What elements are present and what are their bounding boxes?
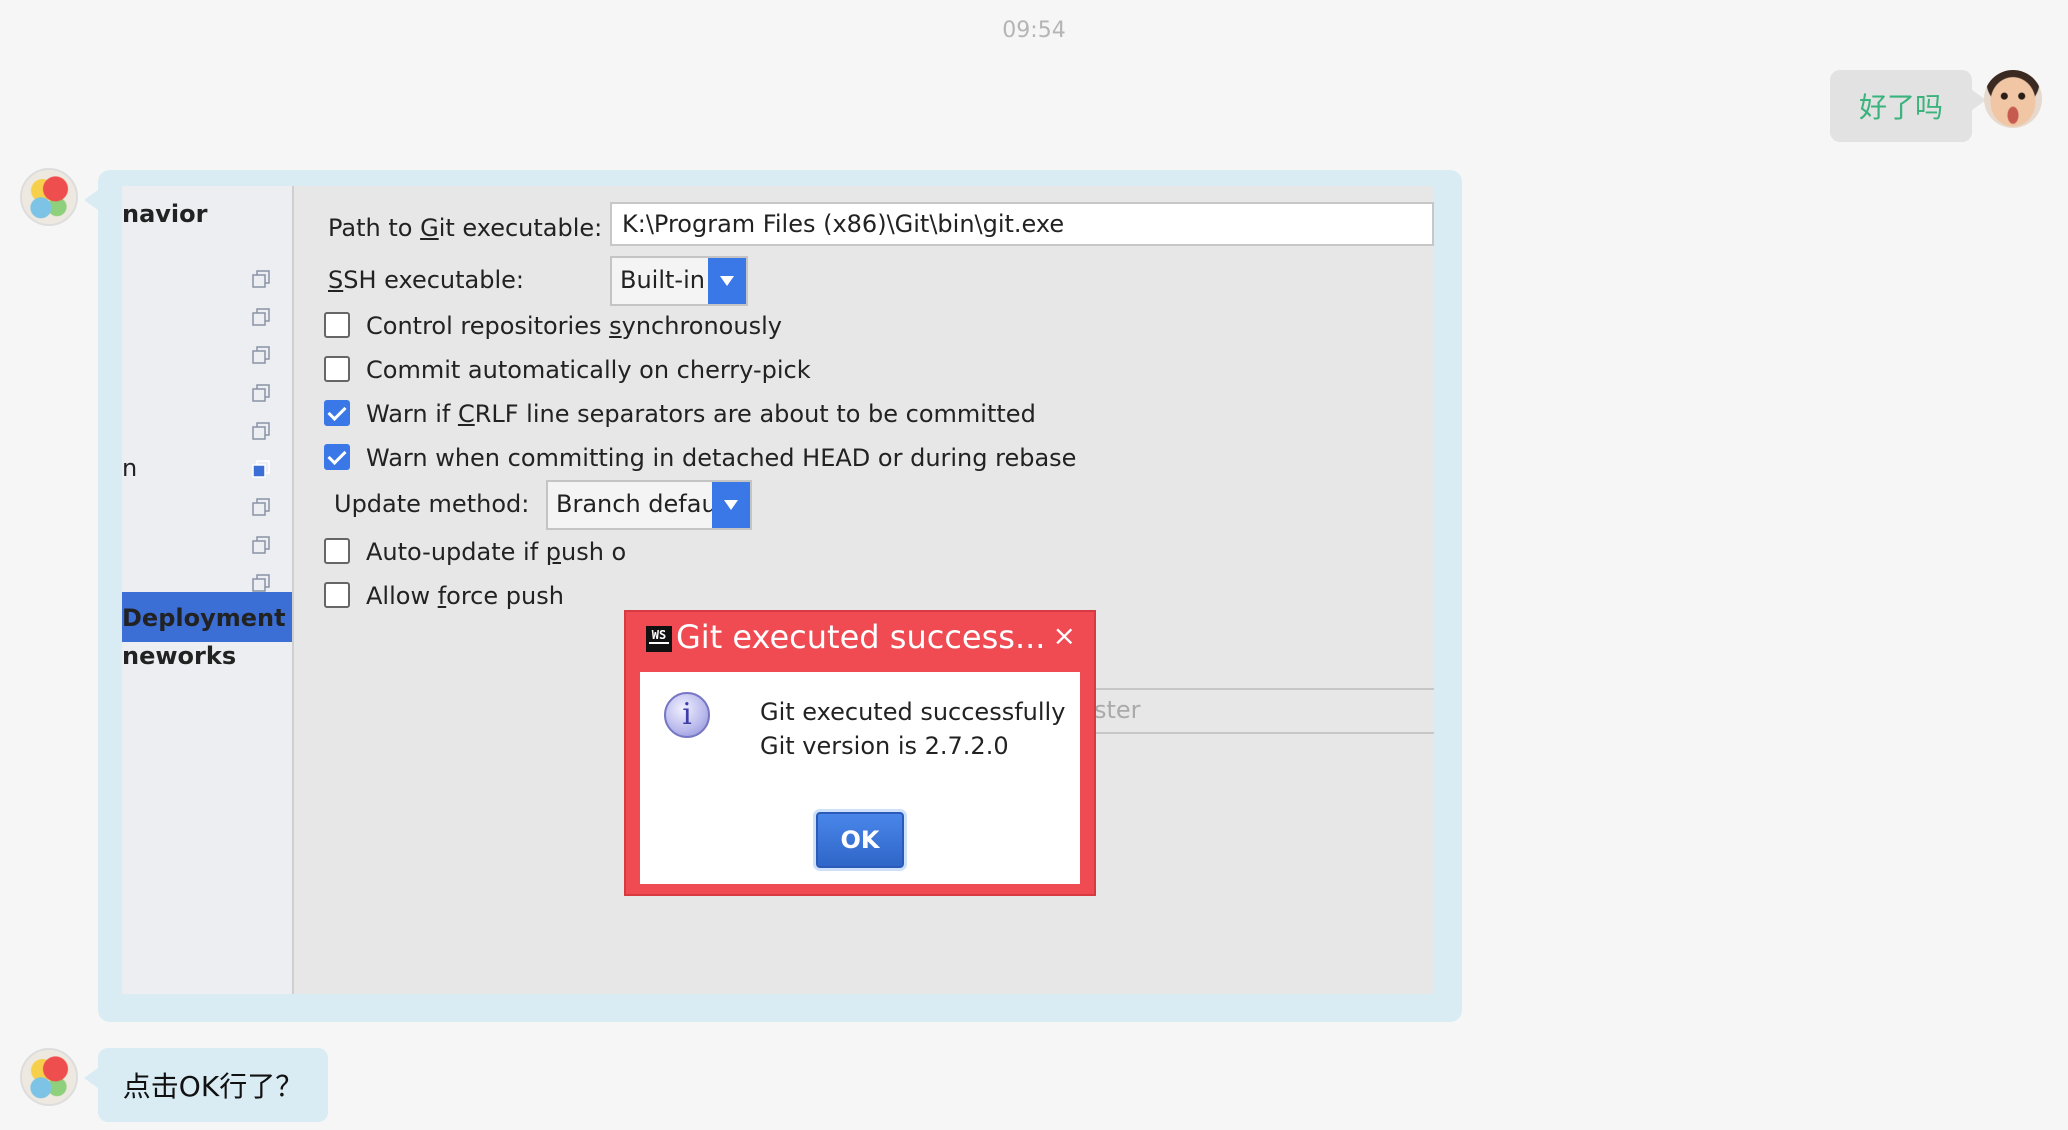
ssh-executable-value: Built-in bbox=[620, 266, 705, 294]
dropdown-arrow-icon[interactable] bbox=[708, 258, 746, 304]
sidebar-item-frameworks[interactable]: neworks bbox=[122, 642, 236, 670]
dialog-body: i Git executed successfully Git version … bbox=[640, 672, 1080, 884]
copy-icon bbox=[252, 384, 270, 402]
update-method-select[interactable]: Branch default bbox=[546, 480, 752, 530]
checkbox-warn-detached-head-label[interactable]: Warn when committing in detached HEAD or… bbox=[366, 444, 1076, 472]
contact-avatar[interactable] bbox=[20, 1048, 78, 1106]
info-icon: i bbox=[664, 692, 710, 738]
checkbox-auto-update[interactable] bbox=[324, 538, 350, 564]
checkbox-commit-cherry-pick-label[interactable]: Commit automatically on cherry-pick bbox=[366, 356, 811, 384]
checkbox-warn-detached-head[interactable] bbox=[324, 444, 350, 470]
copy-icon bbox=[252, 422, 270, 440]
checkbox-control-sync[interactable] bbox=[324, 312, 350, 338]
checkbox-warn-crlf[interactable] bbox=[324, 400, 350, 426]
copy-icon bbox=[252, 536, 270, 554]
copy-icon bbox=[252, 460, 270, 478]
copy-icon bbox=[252, 270, 270, 288]
copy-icon bbox=[252, 346, 270, 364]
contact-message-text: 点击OK行了？ bbox=[122, 1070, 304, 1103]
user-message-text: 好了吗 bbox=[1858, 91, 1943, 124]
checkbox-commit-cherry-pick[interactable] bbox=[324, 356, 350, 382]
update-method-value: Branch default bbox=[556, 490, 733, 518]
user-message-bubble: 好了吗 bbox=[1830, 70, 1986, 142]
close-icon[interactable]: × bbox=[1053, 616, 1076, 656]
checkbox-control-sync-label[interactable]: Control repositories synchronously bbox=[366, 312, 782, 340]
copy-icon bbox=[252, 498, 270, 516]
sidebar-item-partial[interactable]: n bbox=[122, 454, 137, 482]
protected-branches-hint: ster bbox=[1094, 696, 1141, 724]
copy-icon bbox=[252, 574, 270, 592]
webstorm-icon: WS bbox=[646, 626, 672, 652]
sidebar-item-deployment[interactable]: Deployment bbox=[122, 604, 286, 632]
update-method-label: Update method: bbox=[334, 490, 530, 518]
ssh-executable-select[interactable]: Built-in bbox=[610, 256, 748, 306]
git-path-input[interactable]: K:\Program Files (x86)\Git\bin\git.exe bbox=[610, 202, 1434, 246]
copy-icon bbox=[252, 308, 270, 326]
ssh-executable-label: SSH executable: bbox=[328, 266, 524, 294]
sidebar-item-behavior[interactable]: navior bbox=[122, 200, 207, 228]
dropdown-arrow-icon[interactable] bbox=[712, 482, 750, 528]
settings-sidebar: navior n Deployment neworks bbox=[122, 186, 294, 994]
checkbox-allow-force-push[interactable] bbox=[324, 582, 350, 608]
git-success-dialog[interactable]: WS Git executed success... × i Git execu… bbox=[624, 610, 1096, 896]
dialog-message-line1: Git executed successfully bbox=[760, 698, 1066, 726]
dialog-message-line2: Git version is 2.7.2.0 bbox=[760, 732, 1009, 760]
chat-timestamp: 09:54 bbox=[1002, 18, 1066, 43]
checkbox-allow-force-push-label[interactable]: Allow force push bbox=[366, 582, 564, 610]
contact-message-bubble: 点击OK行了？ bbox=[84, 1048, 328, 1122]
git-path-label: Path to Git executable: bbox=[328, 214, 603, 242]
dialog-title: Git executed success... bbox=[676, 618, 1046, 656]
user-avatar[interactable] bbox=[1984, 70, 2042, 128]
contact-avatar[interactable] bbox=[20, 168, 78, 226]
ok-button[interactable]: OK bbox=[816, 812, 904, 868]
checkbox-auto-update-label[interactable]: Auto-update if push o bbox=[366, 538, 626, 566]
checkbox-warn-crlf-label[interactable]: Warn if CRLF line separators are about t… bbox=[366, 400, 1036, 428]
